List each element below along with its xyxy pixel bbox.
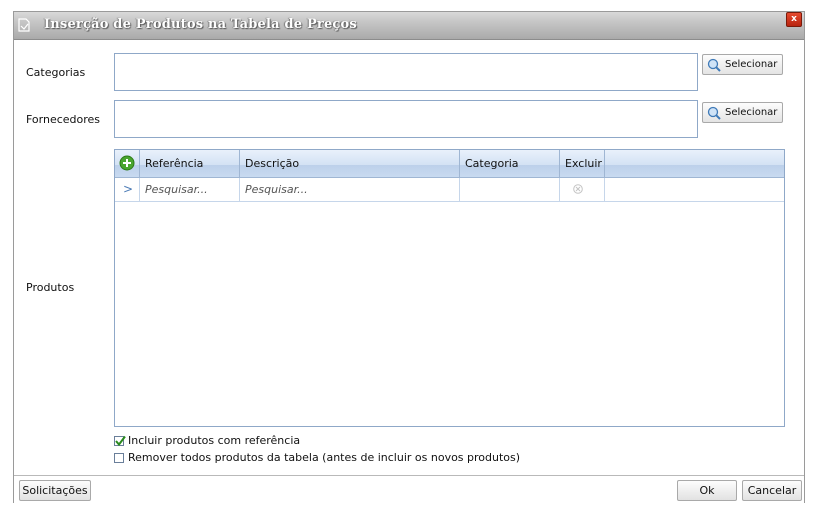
x-circle-icon[interactable] (573, 184, 583, 194)
categorias-select-button[interactable]: Selecionar (702, 54, 783, 75)
close-button[interactable]: x (786, 12, 802, 27)
produtos-label: Produtos (26, 281, 75, 294)
magnifier-icon (707, 58, 721, 72)
fornecedores-select-button[interactable]: Selecionar (702, 102, 783, 123)
categorias-field[interactable] (114, 53, 698, 91)
search-row: > Pesquisar... Pesquisar... (115, 178, 784, 202)
fornecedores-label: Fornecedores (26, 113, 101, 126)
categorias-label: Categorias (26, 66, 86, 79)
title-bar[interactable]: Inserção de Produtos na Tabela de Preços… (14, 12, 804, 40)
remove-all-label: Remover todos produtos da tabela (antes … (128, 451, 521, 464)
cancelar-button[interactable]: Cancelar (742, 480, 802, 501)
include-reference-label: Incluir produtos com referência (128, 434, 301, 447)
column-header-excluir[interactable]: Excluir (560, 150, 605, 177)
grid-header: Referência Descrição Categoria Excluir (115, 150, 784, 178)
row-indicator: > (115, 178, 140, 201)
close-icon: x (791, 14, 797, 24)
magnifier-icon (707, 106, 721, 120)
include-reference-checkbox[interactable] (114, 435, 126, 446)
ok-button[interactable]: Ok (677, 480, 737, 501)
search-referencia-input[interactable]: Pesquisar... (140, 178, 240, 201)
include-reference-option[interactable]: Incluir produtos com referência (114, 434, 300, 447)
dialog-title: Inserção de Produtos na Tabela de Preços (44, 17, 357, 32)
select-button-label: Selecionar (725, 59, 778, 70)
column-header-categoria[interactable]: Categoria (460, 150, 560, 177)
checkmark-icon (115, 435, 126, 446)
search-descricao-input[interactable]: Pesquisar... (240, 178, 460, 201)
add-column (115, 150, 140, 177)
select-button-label: Selecionar (725, 107, 778, 118)
dialog-window: Inserção de Produtos na Tabela de Preços… (13, 11, 805, 504)
column-header-descricao[interactable]: Descrição (240, 150, 460, 177)
column-header-referencia[interactable]: Referência (140, 150, 240, 177)
remove-all-checkbox[interactable] (114, 452, 124, 463)
search-excluir-cell (560, 178, 605, 201)
fornecedores-field[interactable] (114, 100, 698, 138)
dialog-footer: Solicitações Ok Cancelar (14, 475, 804, 504)
document-icon (18, 18, 30, 32)
produtos-grid: Referência Descrição Categoria Excluir >… (114, 149, 785, 427)
search-categoria-cell[interactable] (460, 178, 560, 201)
plus-circle-icon[interactable] (119, 155, 135, 171)
solicitacoes-button[interactable]: Solicitações (19, 480, 91, 501)
remove-all-option[interactable]: Remover todos produtos da tabela (antes … (114, 451, 520, 464)
